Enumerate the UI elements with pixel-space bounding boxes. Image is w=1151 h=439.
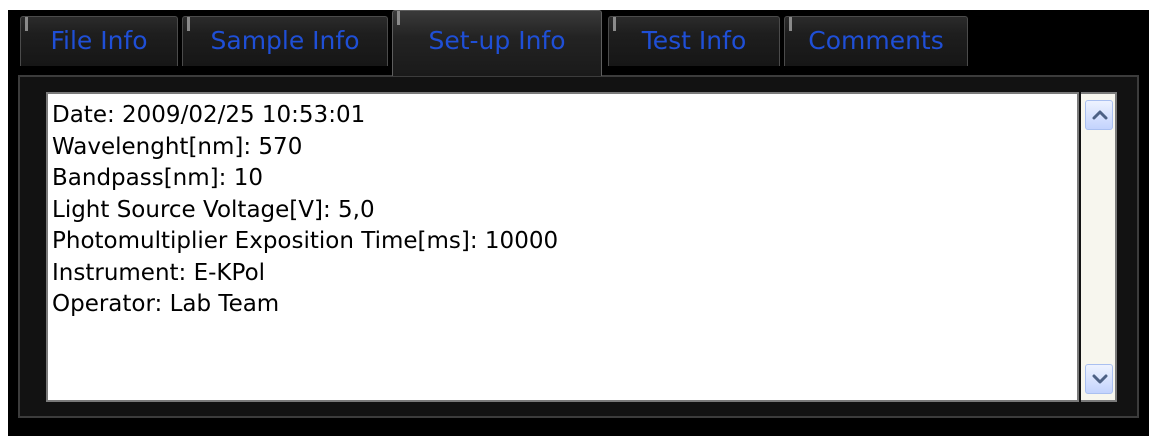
tab-label: Set-up Info [428,26,566,55]
chevron-up-icon [1092,110,1108,120]
setup-info-textbox[interactable]: Date: 2009/02/25 10:53:01 Wavelenght[nm]… [46,92,1079,402]
info-line-light-source-voltage: Light Source Voltage[V]: 5,0 [52,196,375,223]
scroll-up-button[interactable] [1085,100,1113,130]
info-line-instrument: Instrument: E-KPol [52,259,266,286]
info-line-wavelength: Wavelenght[nm]: 570 [52,133,303,160]
tab-label: Sample Info [210,26,360,55]
tab-grip [187,17,190,31]
vertical-scrollbar[interactable] [1081,92,1117,402]
setup-info-window: File Info Sample Info Set-up Info Test I… [0,0,1151,439]
chevron-down-icon [1092,374,1108,384]
info-line-exposition-time: Photomultiplier Exposition Time[ms]: 100… [52,228,559,254]
tab-label: Comments [808,26,944,55]
tab-strip: File Info Sample Info Set-up Info Test I… [8,10,1149,76]
tab-grip [789,17,792,31]
tab-comments[interactable]: Comments [784,16,968,66]
scroll-down-button[interactable] [1085,364,1113,394]
tab-file-info[interactable]: File Info [20,16,178,66]
tab-sample-info[interactable]: Sample Info [182,16,388,66]
tab-label: File Info [50,26,148,55]
tab-grip [613,17,616,31]
tab-grip [397,11,400,25]
info-line-bandpass: Bandpass[nm]: 10 [52,165,263,191]
tab-test-info[interactable]: Test Info [608,16,780,66]
info-line-date: Date: 2009/02/25 10:53:01 [52,102,366,128]
tab-setup-info[interactable]: Set-up Info [392,10,602,76]
tab-grip [25,17,28,31]
info-line-operator: Operator: Lab Team [52,291,280,317]
tab-label: Test Info [641,26,747,55]
